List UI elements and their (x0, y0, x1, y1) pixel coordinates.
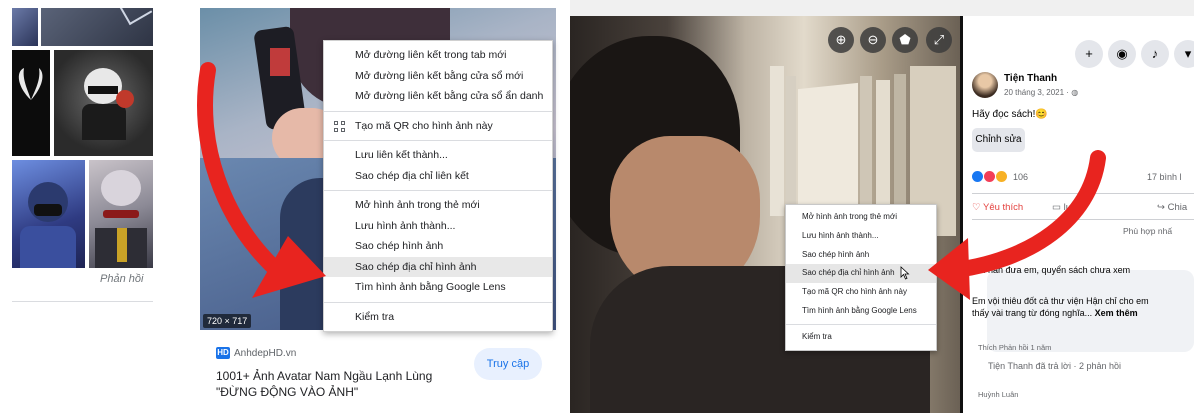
menu-item-search-google-lens[interactable]: Tìm hình ảnh bằng Google Lens (324, 277, 552, 298)
browser-top-strip (570, 0, 1194, 16)
tag-icon[interactable]: ⬟ (892, 27, 918, 53)
menu-item-save-link-as[interactable]: Lưu liên kết thành... (324, 145, 552, 166)
notifications-icon[interactable]: ♪ (1141, 40, 1169, 68)
menu-item-open-link-new-window[interactable]: Mở đường liên kết bằng cửa sổ mới (324, 66, 552, 87)
account-icon[interactable]: ▾ (1174, 40, 1194, 68)
menu-item-copy-image[interactable]: Sao chép hình ảnh (786, 246, 936, 265)
love-reaction-icon (984, 171, 995, 182)
wings-icon (18, 68, 43, 100)
comment-count[interactable]: 17 bình l (1147, 172, 1182, 182)
divider (12, 301, 153, 302)
share-button[interactable]: ↪ Chia (1157, 202, 1187, 213)
comment-icon: ▭ (1052, 202, 1061, 213)
globe-icon: ◍ (1071, 88, 1079, 97)
menu-item-copy-image[interactable]: Sao chép hình ảnh (324, 236, 552, 257)
zoom-out-icon[interactable]: ⊖ (860, 27, 886, 53)
menu-item-open-image-new-tab[interactable]: Mở hình ảnh trong thẻ mới (786, 208, 936, 227)
result-source[interactable]: HD AnhdepHD.vn (216, 347, 296, 359)
replies-link[interactable]: Tiện Thanh đã trả lời · 2 phản hồi (988, 361, 1121, 371)
context-menu: Mở đường liên kết trong tab mới Mở đường… (323, 40, 553, 332)
divider (972, 219, 1194, 220)
screenshot-root: Phản hồi 720 × 717 Mở đường liên kết tro… (0, 0, 1194, 413)
thumbnail-image[interactable] (12, 50, 50, 156)
image-grid-panel: Phản hồi (0, 0, 200, 413)
divider (972, 193, 1194, 194)
comment-actions[interactable]: Thích Phản hồi 1 năm (978, 343, 1051, 352)
messenger-icon[interactable]: ◉ (1108, 40, 1136, 68)
reaction-count: 106 (1013, 171, 1029, 182)
reaction-summary[interactable]: 106 (972, 171, 1028, 182)
menu-item-inspect[interactable]: Kiểm tra (786, 328, 936, 347)
share-icon: ↪ (1157, 202, 1165, 213)
menu-item-create-qr-code[interactable]: Tạo mã QR cho hình ảnh này (324, 116, 552, 137)
menu-item-copy-image-address[interactable]: Sao chép địa chỉ hình ảnh (786, 264, 936, 284)
menu-item-open-link-incognito[interactable]: Mở đường liên kết bằng cửa sổ ẩn danh (324, 86, 552, 107)
menu-separator (324, 190, 552, 191)
create-icon[interactable]: + (1075, 40, 1103, 68)
comment-sort-dropdown[interactable]: Phù hợp nhấ (1123, 226, 1172, 236)
thumbnail-image[interactable] (89, 160, 153, 268)
comment-text: Hồi hẳn đưa em, quyển sách chưa xem (972, 265, 1131, 275)
image-preview-panel: 720 × 717 Mở đường liên kết trong tab mớ… (200, 0, 568, 413)
menu-item-open-image-new-tab[interactable]: Mở hình ảnh trong thẻ mới (324, 195, 552, 216)
comment-button[interactable]: ▭ luận (1052, 202, 1082, 213)
menu-separator (324, 110, 552, 112)
post-caption: Hãy đọc sách!😊 (972, 109, 1048, 120)
see-more-link[interactable]: Xem thêm (1095, 308, 1138, 318)
visit-button[interactable]: Truy cập (474, 348, 542, 380)
menu-separator (324, 301, 552, 303)
thumbnail-image[interactable] (41, 8, 153, 46)
menu-separator (324, 140, 552, 141)
site-name: AnhdepHD.vn (234, 347, 297, 359)
post-sidebar: + ◉ ♪ ▾ Tiện Thanh 20 tháng 3, 2021 · ◍ … (963, 16, 1194, 413)
menu-item-copy-link-address[interactable]: Sao chép địa chỉ liên kết (324, 166, 552, 187)
comment-text: Em vội thiêu đốt cả thư viện Hận chỉ cho… (972, 296, 1149, 318)
edit-button[interactable]: Chỉnh sửa (972, 128, 1025, 152)
like-button[interactable]: ♡ Yêu thích (972, 202, 1023, 213)
next-commenter-name[interactable]: Huỳnh Luân (978, 390, 1018, 399)
menu-item-label: Tạo mã QR cho hình ảnh này (355, 119, 493, 132)
result-title[interactable]: 1001+ Ảnh Avatar Nam Ngầu Lạnh Lùng "ĐỪN… (216, 368, 466, 400)
thumbnail-image[interactable] (54, 50, 153, 156)
haha-reaction-icon (996, 171, 1007, 182)
menu-item-save-image-as[interactable]: Lưu hình ảnh thành... (324, 216, 552, 237)
thumbnail-image[interactable] (12, 160, 85, 268)
menu-item-open-link-new-tab[interactable]: Mở đường liên kết trong tab mới (324, 45, 552, 66)
menu-item-search-google-lens[interactable]: Tìm hình ảnh bằng Google Lens (786, 302, 936, 321)
fullscreen-icon[interactable]: ⤢ (926, 27, 952, 53)
avatar[interactable] (972, 72, 998, 98)
qr-code-icon (334, 120, 345, 132)
menu-item-save-image-as[interactable]: Lưu hình ảnh thành... (786, 227, 936, 246)
menu-item-create-qr-code[interactable]: Tạo mã QR cho hình ảnh này (786, 283, 936, 302)
image-dimensions-badge: 720 × 717 (203, 314, 252, 328)
feedback-link[interactable]: Phản hồi (100, 273, 143, 285)
heart-icon: ♡ (972, 202, 981, 213)
site-logo-icon: HD (216, 347, 230, 359)
menu-item-copy-image-address[interactable]: Sao chép địa chỉ hình ảnh (324, 256, 552, 277)
mouse-pointer-icon (900, 266, 910, 280)
post-author[interactable]: Tiện Thanh (1004, 73, 1057, 84)
menu-item-inspect[interactable]: Kiểm tra (324, 307, 552, 328)
zoom-in-icon[interactable]: ⊕ (828, 27, 854, 53)
menu-separator (786, 323, 936, 325)
thumbnail-image[interactable] (12, 8, 38, 46)
post-date[interactable]: 20 tháng 3, 2021 · ◍ (1004, 88, 1078, 97)
context-menu: Mở hình ảnh trong thẻ mới Lưu hình ảnh t… (785, 204, 937, 351)
like-reaction-icon (972, 171, 983, 182)
